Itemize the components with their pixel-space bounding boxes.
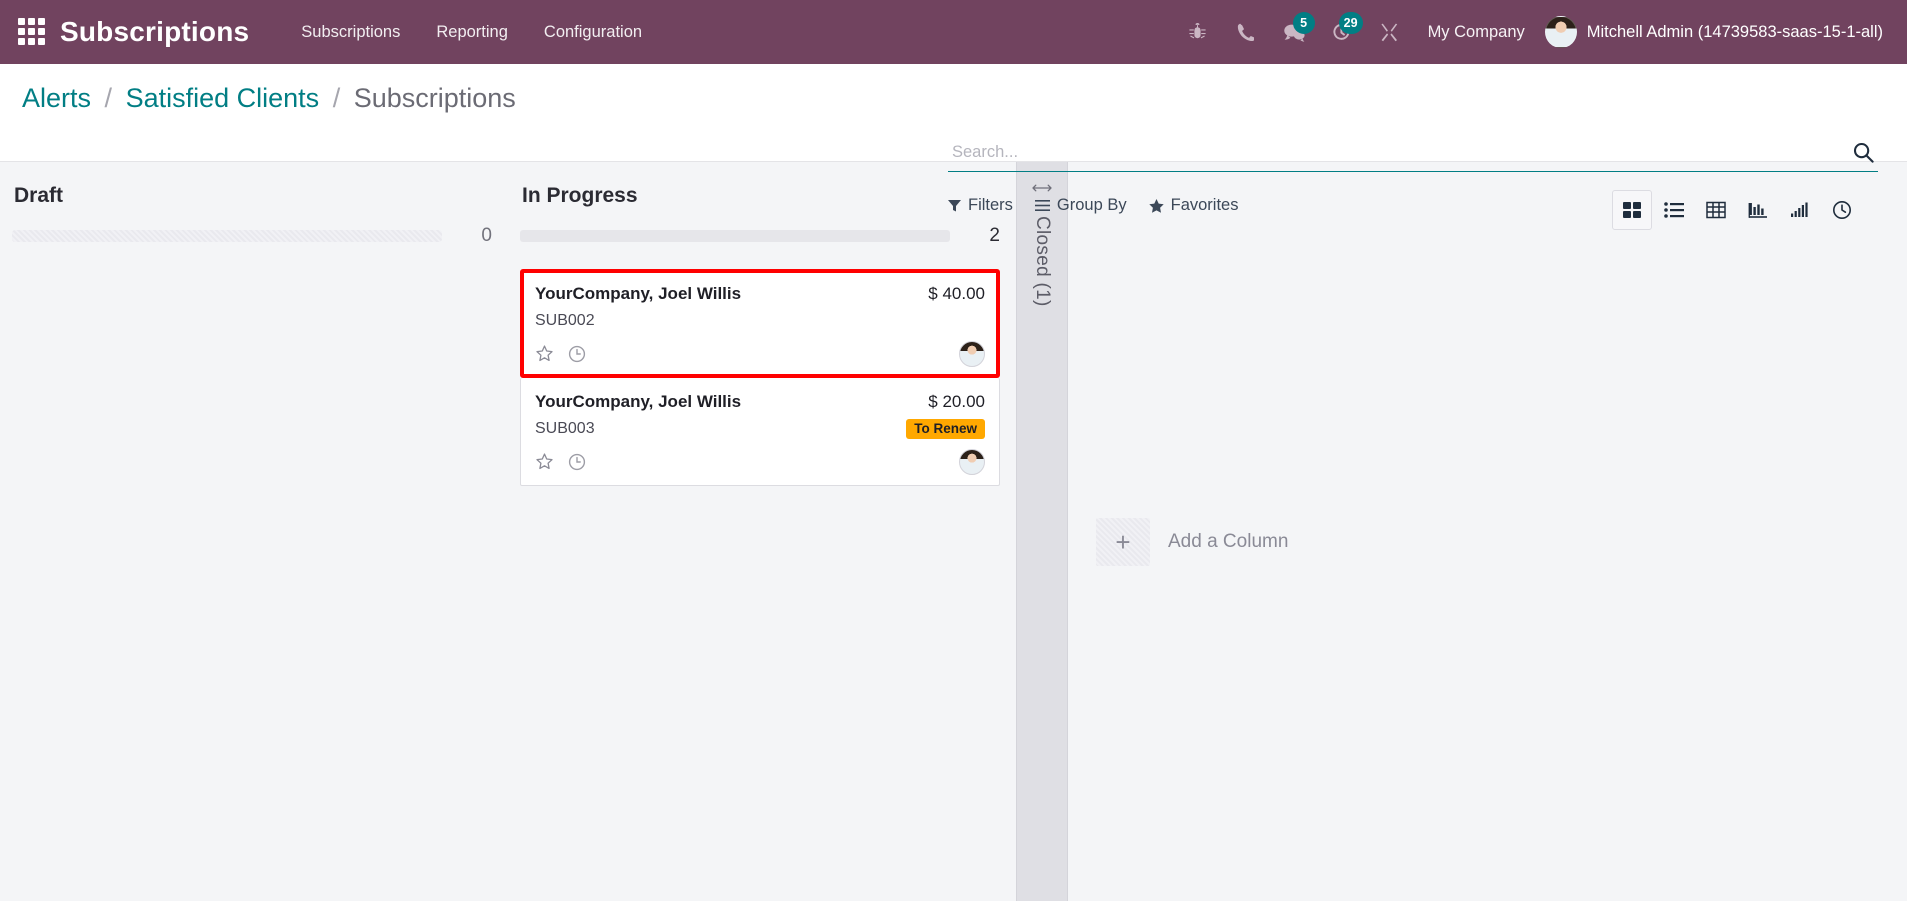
kanban-column-count: 2 (989, 225, 1000, 246)
kanban-column-closed-folded[interactable]: Closed (1) (1016, 162, 1068, 901)
app-brand-title[interactable]: Subscriptions (60, 16, 249, 48)
plus-icon[interactable]: + (1096, 517, 1150, 566)
kanban-card-icons (535, 453, 586, 471)
breadcrumb-separator: / (104, 83, 113, 113)
graph-view-button[interactable] (1738, 190, 1778, 230)
filters-button[interactable]: Filters (948, 196, 1013, 215)
kanban-card-icons (535, 345, 586, 363)
star-icon[interactable] (535, 345, 554, 363)
kanban-card-partner: YourCompany, Joel Willis (535, 392, 742, 411)
kanban-progress-bar[interactable] (520, 230, 950, 242)
kanban-column-title[interactable]: Draft (12, 180, 492, 208)
bar-chart-icon (1748, 201, 1768, 219)
status-badge[interactable]: To Renew (906, 418, 985, 440)
clock-icon[interactable] (568, 345, 586, 363)
user-name-label: Mitchell Admin (14739583-saas-15-1-all) (1586, 22, 1883, 41)
group-by-button[interactable]: Group By (1034, 196, 1127, 215)
kanban-column-title[interactable]: In Progress (520, 180, 1000, 208)
search-area (948, 140, 1878, 172)
bug-icon[interactable] (1176, 10, 1220, 54)
kanban-column-progressbar-row: 0 (12, 225, 492, 247)
kanban-card-partner: YourCompany, Joel Willis (535, 284, 742, 303)
tools-icon[interactable] (1368, 10, 1412, 54)
clock-icon (1832, 200, 1852, 220)
star-icon[interactable] (535, 453, 554, 471)
control-panel-top-row: Alerts / Satisfied Clients / Subscriptio… (18, 64, 1889, 114)
filters-label: Filters (968, 196, 1013, 214)
control-panel: Alerts / Satisfied Clients / Subscriptio… (0, 64, 1907, 230)
favorites-button[interactable]: Favorites (1148, 196, 1239, 215)
arrows-horizontal-icon[interactable] (1032, 182, 1052, 194)
menu-subscriptions[interactable]: Subscriptions (283, 15, 418, 50)
kanban-card-reference: SUB002 (535, 312, 595, 329)
breadcrumb: Alerts / Satisfied Clients / Subscriptio… (18, 82, 516, 114)
avatar (1544, 16, 1577, 48)
add-column-button[interactable]: + Add a Column (1068, 162, 1488, 901)
company-selector[interactable]: My Company (1412, 15, 1541, 50)
search-icon[interactable] (1843, 142, 1874, 163)
ascending-bars-icon (1790, 201, 1810, 219)
pivot-view-button[interactable] (1696, 190, 1736, 230)
kanban-card-amount: $ 20.00 (928, 392, 985, 411)
avatar[interactable] (959, 449, 985, 475)
list-view-button[interactable] (1654, 190, 1694, 230)
kanban-card-header: YourCompany, Joel Willis $ 20.00 (535, 392, 985, 412)
control-panel-filters-row: Filters Group By Favorites (948, 190, 1878, 230)
search-input[interactable] (952, 143, 1843, 162)
avatar[interactable] (959, 341, 985, 367)
list-lines-icon (1034, 199, 1050, 212)
kanban-cards-in-progress: YourCompany, Joel Willis $ 40.00 SUB002 (520, 269, 1000, 486)
kanban-column-count: 0 (481, 225, 492, 246)
breadcrumb-item-satisfied-clients[interactable]: Satisfied Clients (126, 83, 320, 113)
menu-reporting[interactable]: Reporting (418, 15, 526, 50)
kanban-card-subrow: SUB003 To Renew (535, 417, 985, 441)
kanban-card-amount: $ 40.00 (928, 284, 985, 303)
breadcrumb-item-alerts[interactable]: Alerts (22, 83, 91, 113)
kanban-card-subrow: SUB002 (535, 309, 985, 333)
kanban-column-progressbar-row: 2 (520, 225, 1000, 247)
kanban-card[interactable]: YourCompany, Joel Willis $ 40.00 SUB002 (520, 269, 1000, 378)
view-switcher (1612, 190, 1862, 230)
clock-icon[interactable] (568, 453, 586, 471)
user-menu[interactable]: Mitchell Admin (14739583-saas-15-1-all) (1541, 12, 1889, 52)
star-icon (1148, 198, 1164, 213)
add-column-label: Add a Column (1168, 530, 1289, 552)
cohort-view-button[interactable] (1780, 190, 1820, 230)
kanban-card-reference: SUB003 (535, 420, 595, 437)
menu-configuration[interactable]: Configuration (526, 15, 660, 50)
phone-icon[interactable] (1224, 10, 1268, 54)
apps-grid-icon[interactable] (18, 18, 46, 46)
search-bar[interactable] (948, 140, 1878, 172)
kanban-column-draft: Draft 0 (0, 162, 508, 901)
kanban-card-header: YourCompany, Joel Willis $ 40.00 (535, 284, 985, 304)
activity-view-button[interactable] (1822, 190, 1862, 230)
messages-badge: 5 (1292, 12, 1315, 34)
table-icon (1706, 201, 1726, 219)
system-icons-group: 5 29 (1176, 10, 1412, 54)
group-by-label: Group By (1056, 196, 1127, 214)
kanban-view-button[interactable] (1612, 190, 1652, 230)
activities-clock-icon[interactable]: 29 (1320, 10, 1364, 54)
messages-icon[interactable]: 5 (1272, 10, 1316, 54)
list-icon (1664, 201, 1684, 219)
top-navbar: Subscriptions Subscriptions Reporting Co… (0, 0, 1907, 64)
favorites-label: Favorites (1170, 196, 1239, 214)
filter-buttons-group: Filters Group By Favorites (948, 196, 1238, 215)
kanban-column-in-progress: In Progress 2 YourCompany, Joel Willis $… (508, 162, 1016, 901)
funnel-icon (948, 199, 961, 212)
breadcrumb-separator: / (332, 83, 341, 113)
kanban-card-footer (535, 449, 985, 475)
activities-badge: 29 (1338, 12, 1363, 34)
kanban-card[interactable]: YourCompany, Joel Willis $ 20.00 SUB003 … (520, 378, 1000, 486)
kanban-icon (1622, 200, 1642, 220)
breadcrumb-item-current: Subscriptions (353, 83, 516, 113)
kanban-progress-bar[interactable] (12, 230, 442, 242)
kanban-card-footer (535, 341, 985, 367)
kanban-board: Draft 0 In Progress 2 YourCompany, Joel … (0, 162, 1907, 901)
kanban-column-title: Closed (1) (1032, 216, 1053, 307)
